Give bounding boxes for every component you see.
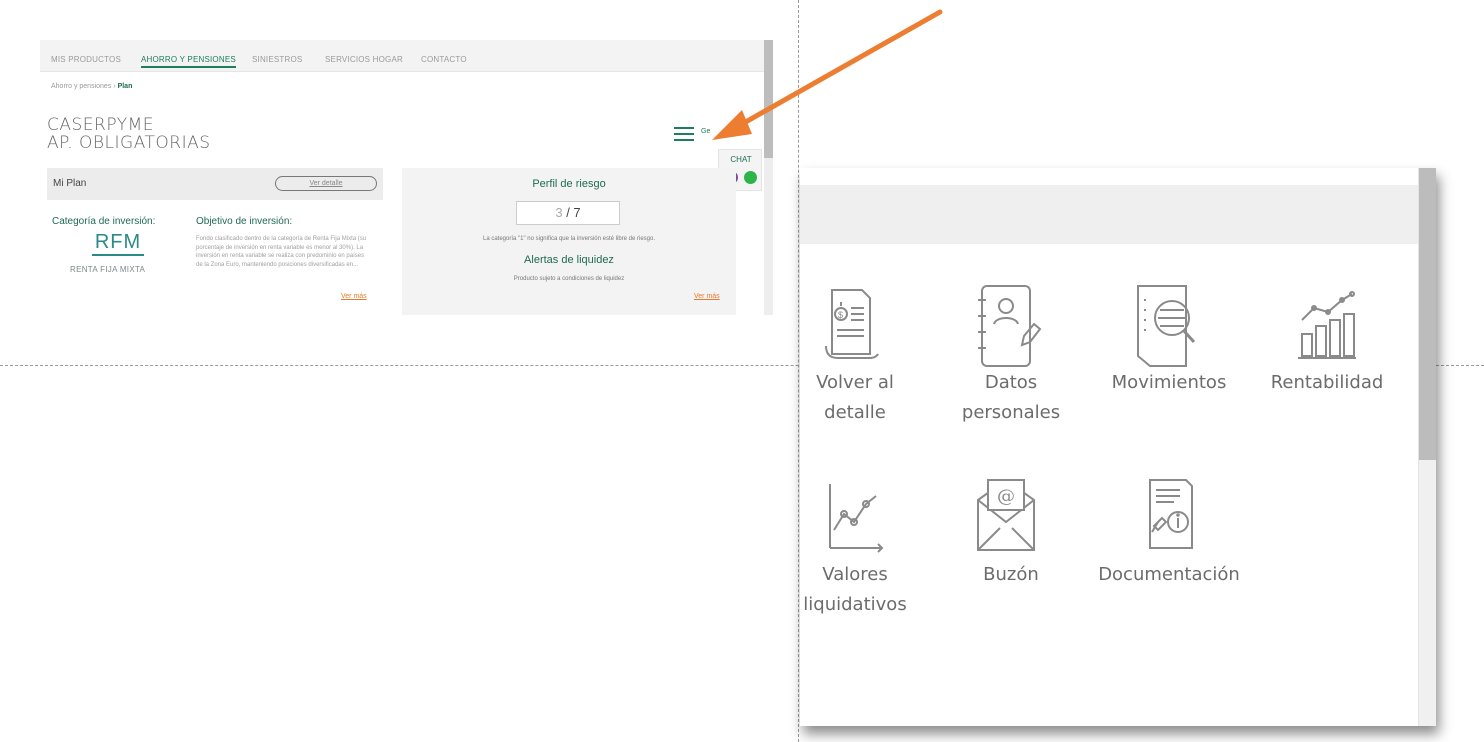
- vertical-guide-line: [798, 0, 799, 742]
- risk-separator: /: [562, 205, 574, 220]
- menu-item-datos-personales[interactable]: Datos personales: [936, 278, 1086, 438]
- document-search-icon: [1137, 285, 1196, 367]
- page-title: CASERPYME AP. OBLIGATORIAS: [47, 116, 211, 152]
- menu-panel-scrollbar-thumb[interactable]: [1419, 168, 1436, 460]
- nav-item-mis-productos[interactable]: MIS PRODUCTOS: [51, 55, 121, 64]
- nav-item-ahorro-y-pensiones[interactable]: AHORRO Y PENSIONES: [141, 55, 236, 68]
- risk-max: 7: [573, 205, 581, 220]
- menu-label[interactable]: Ge: [701, 128, 710, 135]
- ver-detalle-button[interactable]: Ver detalle: [275, 176, 377, 191]
- mi-plan-title: Mi Plan: [53, 178, 87, 189]
- menu-item-rentabilidad[interactable]: Rentabilidad: [1252, 278, 1402, 438]
- menu-item-buzon[interactable]: @ Buzón: [936, 470, 1086, 630]
- menu-item-label: Valores liquidativos: [803, 564, 907, 615]
- menu-item-label: Rentabilidad: [1270, 372, 1384, 393]
- address-book-icon: [978, 285, 1042, 367]
- category-name: RENTA FIJA MIXTA: [70, 265, 146, 274]
- nav-item-contacto[interactable]: CONTACTO: [421, 55, 467, 64]
- risk-profile-value: 3 / 7: [516, 201, 620, 225]
- menu-item-movimientos[interactable]: Movimientos: [1094, 278, 1244, 438]
- risk-profile-card: Perfil de riesgo 3 / 7 La categoría "1" …: [402, 168, 736, 315]
- svg-text:@: @: [997, 486, 1015, 507]
- whatsapp-icon[interactable]: [744, 171, 757, 184]
- category-label: Categoría de inversión:: [52, 216, 156, 227]
- mi-plan-header: Mi Plan Ver detalle: [47, 168, 383, 200]
- menu-item-label: Documentación: [1098, 564, 1240, 585]
- top-nav: MIS PRODUCTOS AHORRO Y PENSIONES SINIEST…: [40, 40, 768, 72]
- breadcrumb: Ahorro y pensiones › Plan: [51, 83, 132, 90]
- page-scrollbar-thumb[interactable]: [764, 40, 773, 158]
- page-scrollbar[interactable]: [764, 40, 773, 315]
- page-title-line1: CASERPYME: [47, 115, 155, 135]
- risk-note: La categoría "1" no significa que la inv…: [482, 236, 656, 242]
- chat-label: CHAT: [730, 155, 752, 164]
- menu-panel: $ Volver al detalle Datos personales Movim…: [800, 168, 1436, 726]
- menu-item-label: Buzón: [983, 564, 1039, 585]
- liquidity-text: Producto sujeto a condiciones de liquide…: [513, 276, 625, 282]
- line-chart-icon: [829, 484, 884, 553]
- menu-panel-scrollbar[interactable]: [1418, 168, 1436, 726]
- menu-item-label: Movimientos: [1111, 372, 1227, 393]
- page-title-line2: AP. OBLIGATORIAS: [47, 133, 211, 153]
- objective-text: Fondo clasificado dentro de la categoría…: [196, 236, 367, 268]
- document-gavel-icon: [1149, 479, 1193, 549]
- menu-item-volver-al-detalle[interactable]: $ Volver al detalle: [800, 278, 930, 438]
- liquidity-ver-mas-link[interactable]: Ver más: [694, 293, 720, 300]
- objective-label: Objetivo de inversión:: [196, 216, 293, 227]
- category-code: RFM: [92, 231, 144, 256]
- menu-item-label: Datos personales: [961, 372, 1061, 423]
- risk-profile-title: Perfil de riesgo: [532, 178, 606, 190]
- menu-panel-header: [800, 185, 1418, 244]
- mail-at-icon: @: [977, 478, 1035, 551]
- nav-item-servicios-hogar[interactable]: SERVICIOS HOGAR: [325, 55, 403, 64]
- breadcrumb-parent[interactable]: Ahorro y pensiones: [51, 83, 111, 90]
- menu-item-documentacion[interactable]: Documentación: [1094, 470, 1244, 630]
- document-money-icon: $: [825, 289, 879, 359]
- breadcrumb-current: Plan: [117, 83, 133, 90]
- liquidity-title: Alertas de liquidez: [524, 254, 614, 266]
- plan-page-screenshot: MIS PRODUCTOS AHORRO Y PENSIONES SINIEST…: [40, 40, 776, 315]
- menu-item-valores-liquidativos[interactable]: Valores liquidativos: [800, 470, 930, 630]
- bar-chart-trend-icon: [1298, 291, 1356, 359]
- risk-level: 3: [555, 205, 563, 220]
- menu-item-label: Volver al detalle: [816, 372, 894, 423]
- hamburger-menu-icon[interactable]: [674, 126, 696, 142]
- svg-text:$: $: [838, 310, 843, 320]
- objective-ver-mas-link[interactable]: Ver más: [341, 293, 367, 300]
- nav-item-siniestros[interactable]: SINIESTROS: [252, 55, 302, 64]
